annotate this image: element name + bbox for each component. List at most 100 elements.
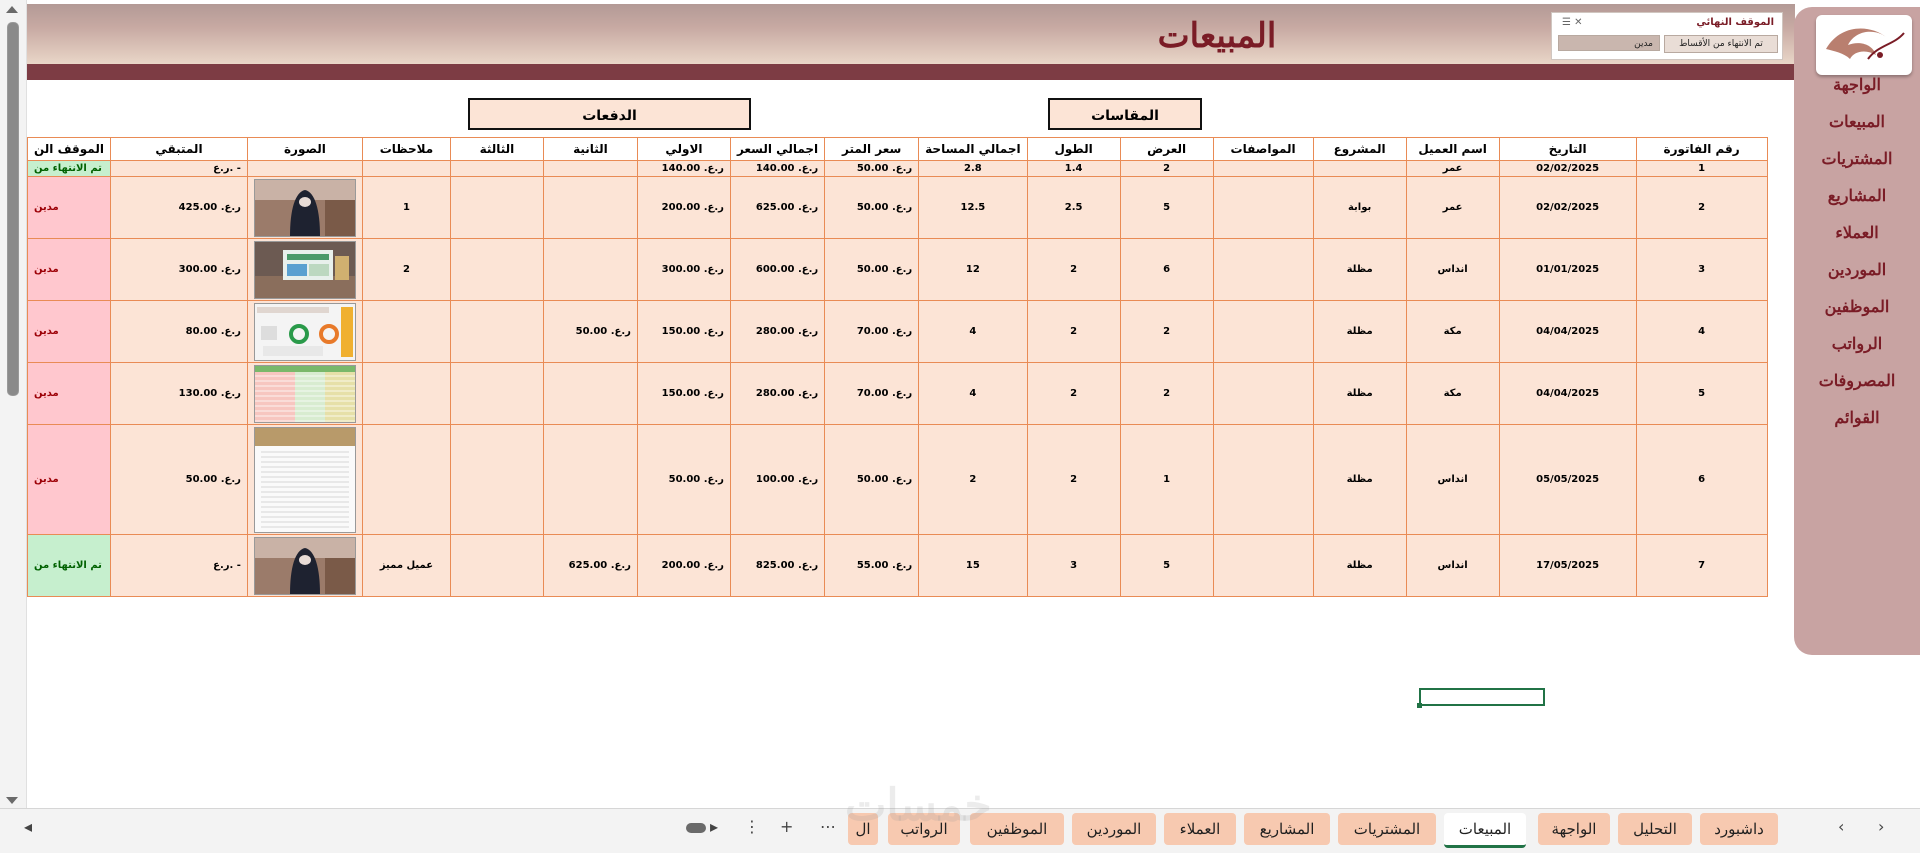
vertical-scrollbar[interactable] — [0, 0, 27, 808]
cell-width[interactable]: 1 — [1119, 424, 1214, 535]
cell-id[interactable]: 1 — [1635, 160, 1768, 177]
cell-specs[interactable] — [1212, 176, 1314, 239]
row-image-thumbnail[interactable] — [253, 536, 356, 595]
sheet-tab-0[interactable]: داشبورد — [1700, 813, 1778, 845]
scroll-down-arrow-icon[interactable] — [6, 797, 18, 804]
cell-area[interactable]: 4 — [918, 300, 1028, 363]
horizontal-scroll-thumb[interactable] — [686, 823, 706, 833]
cell-p1[interactable]: ر.ع. 140.00 — [636, 160, 731, 177]
cell-project[interactable]: مظلة — [1312, 300, 1407, 363]
cell-specs[interactable] — [1212, 238, 1314, 301]
cell-price_m[interactable]: ر.ع. 50.00 — [824, 424, 920, 535]
cell-date[interactable]: 05/05/2025 — [1498, 424, 1637, 535]
active-cell-selection[interactable] — [1417, 688, 1545, 708]
cell-length[interactable]: 3 — [1026, 534, 1121, 597]
cell-width[interactable]: 2 — [1119, 362, 1214, 425]
row-image-thumbnail[interactable] — [253, 178, 356, 237]
cell-remaining[interactable]: ر.ع. - — [109, 534, 248, 597]
cell-status[interactable]: مدين — [27, 362, 111, 425]
more-sheets-icon[interactable]: ⋯ — [820, 817, 836, 836]
cell-p1[interactable]: ر.ع. 50.00 — [636, 424, 731, 535]
cell-p1[interactable]: ر.ع. 200.00 — [636, 534, 731, 597]
row-image-thumbnail[interactable] — [253, 426, 356, 533]
cell-status[interactable]: مدين — [27, 300, 111, 363]
cell-id[interactable]: 2 — [1635, 176, 1768, 239]
cell-project[interactable] — [1312, 160, 1407, 177]
cell-total[interactable]: ر.ع. 600.00 — [729, 238, 826, 301]
cell-total[interactable]: ر.ع. 140.00 — [729, 160, 826, 177]
cell-id[interactable]: 7 — [1635, 534, 1768, 597]
cell-id[interactable]: 5 — [1635, 362, 1768, 425]
cell-total[interactable]: ر.ع. 280.00 — [729, 362, 826, 425]
cell-p2[interactable] — [542, 160, 638, 177]
cell-width[interactable]: 6 — [1119, 238, 1214, 301]
cell-p3[interactable] — [449, 300, 544, 363]
cell-remaining[interactable]: ر.ع. 130.00 — [109, 362, 248, 425]
cell-project[interactable]: مظلة — [1312, 534, 1407, 597]
slicer-option-done[interactable]: تم الانتهاء من الأقساط — [1664, 35, 1778, 53]
cell-project[interactable]: بوابة — [1312, 176, 1407, 239]
cell-length[interactable]: 1.4 — [1026, 160, 1121, 177]
cell-p2[interactable] — [542, 176, 638, 239]
row-image-thumbnail[interactable] — [253, 302, 356, 361]
cell-status[interactable]: مدين — [27, 424, 111, 535]
nav-item-lists[interactable]: القوائم — [1794, 408, 1920, 427]
row-image-thumbnail[interactable] — [253, 364, 356, 423]
cell-notes[interactable] — [361, 160, 451, 177]
row-image-thumbnail[interactable] — [253, 240, 356, 299]
cell-id[interactable]: 6 — [1635, 424, 1768, 535]
add-sheet-icon[interactable]: + — [780, 817, 793, 836]
cell-length[interactable]: 2 — [1026, 238, 1121, 301]
status-slicer[interactable]: الموقف النهائي ☰ ✕ تم الانتهاء من الأقسا… — [1551, 12, 1783, 60]
cell-client[interactable]: عمر — [1405, 176, 1500, 239]
nav-item-salaries[interactable]: الرواتب — [1794, 334, 1920, 353]
cell-specs[interactable] — [1212, 160, 1314, 177]
cell-notes[interactable]: عميل مميز — [361, 534, 451, 597]
cell-p3[interactable] — [449, 238, 544, 301]
nav-item-home[interactable]: الواجهة — [1794, 75, 1920, 94]
cell-width[interactable]: 2 — [1119, 160, 1214, 177]
cell-length[interactable]: 2.5 — [1026, 176, 1121, 239]
cell-area[interactable]: 15 — [918, 534, 1028, 597]
cell-remaining[interactable]: ر.ع. 80.00 — [109, 300, 248, 363]
cell-length[interactable]: 2 — [1026, 424, 1121, 535]
nav-item-suppliers[interactable]: الموردين — [1794, 260, 1920, 279]
cell-client[interactable]: انداس — [1405, 238, 1500, 301]
nav-item-expenses[interactable]: المصروفات — [1794, 371, 1920, 390]
nav-item-projects[interactable]: المشاريع — [1794, 186, 1920, 205]
cell-p2[interactable] — [542, 238, 638, 301]
cell-notes[interactable] — [361, 424, 451, 535]
cell-p3[interactable] — [449, 176, 544, 239]
cell-date[interactable]: 04/04/2025 — [1498, 300, 1637, 363]
nav-item-purchases[interactable]: المشتريات — [1794, 149, 1920, 168]
cell-price_m[interactable]: ر.ع. 50.00 — [824, 238, 920, 301]
nav-item-sales[interactable]: المبيعات — [1794, 112, 1920, 131]
cell-image[interactable] — [246, 534, 363, 597]
cell-p1[interactable]: ر.ع. 150.00 — [636, 300, 731, 363]
cell-client[interactable]: مكة — [1405, 362, 1500, 425]
sheet-tab-3[interactable]: المبيعات — [1444, 813, 1526, 848]
sheet-tab-5[interactable]: المشاريع — [1244, 813, 1330, 845]
sheet-tab-7[interactable]: الموردين — [1072, 813, 1156, 845]
cell-image[interactable] — [246, 300, 363, 363]
cell-notes[interactable]: 2 — [361, 238, 451, 301]
cell-p3[interactable] — [449, 534, 544, 597]
sheet-tab-2[interactable]: الواجهة — [1538, 813, 1610, 845]
cell-area[interactable]: 4 — [918, 362, 1028, 425]
cell-notes[interactable] — [361, 300, 451, 363]
cell-p1[interactable]: ر.ع. 200.00 — [636, 176, 731, 239]
cell-notes[interactable]: 1 — [361, 176, 451, 239]
cell-p2[interactable]: ر.ع. 50.00 — [542, 300, 638, 363]
cell-client[interactable]: عمر — [1405, 160, 1500, 177]
cell-date[interactable]: 01/01/2025 — [1498, 238, 1637, 301]
cell-status[interactable]: تم الانتهاء من — [27, 534, 111, 597]
more-options-icon[interactable]: ⋮ — [744, 817, 760, 836]
cell-price_m[interactable]: ر.ع. 55.00 — [824, 534, 920, 597]
cell-area[interactable]: 12.5 — [918, 176, 1028, 239]
cell-p3[interactable] — [449, 160, 544, 177]
cell-id[interactable]: 3 — [1635, 238, 1768, 301]
cell-specs[interactable] — [1212, 424, 1314, 535]
cell-project[interactable]: مظلة — [1312, 424, 1407, 535]
vertical-scroll-thumb[interactable] — [7, 22, 19, 396]
cell-status[interactable]: مدين — [27, 176, 111, 239]
